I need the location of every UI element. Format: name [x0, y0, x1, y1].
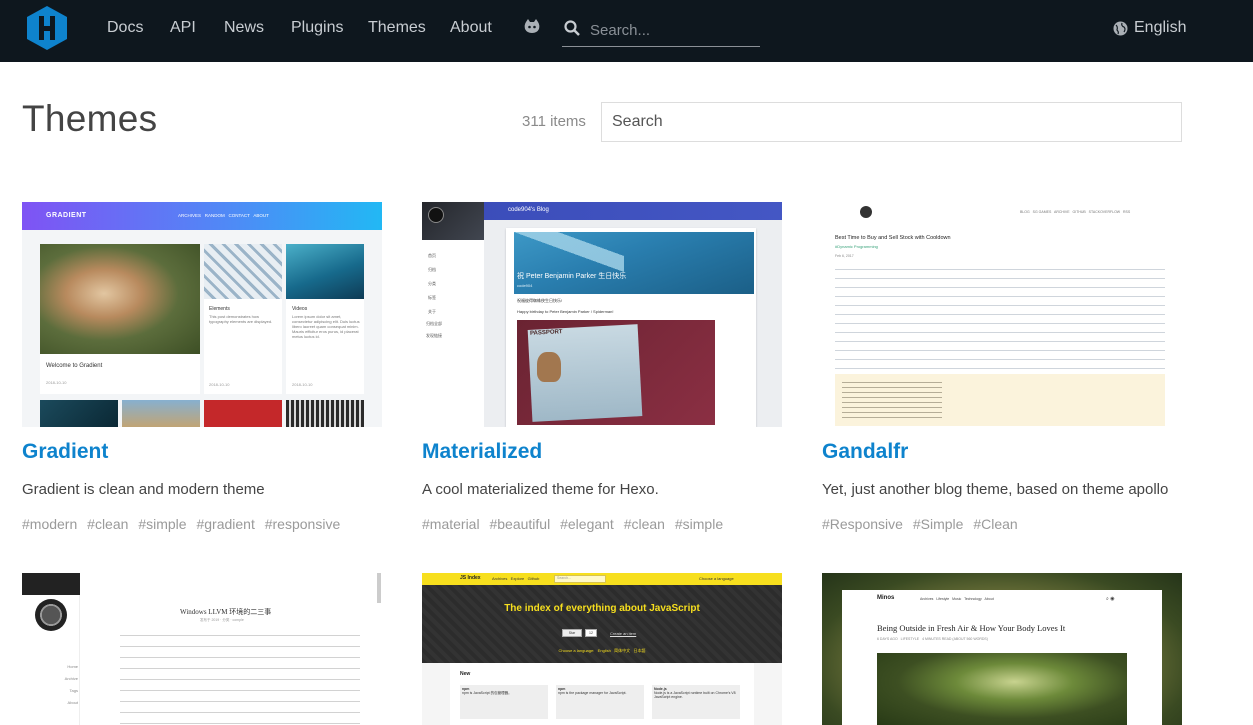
theme-search-input[interactable]: [601, 102, 1182, 142]
tag[interactable]: #clean: [624, 516, 665, 532]
theme-name-link[interactable]: Materialized: [422, 440, 542, 464]
theme-tags: #material #beautiful #elegant #clean #si…: [422, 516, 729, 532]
tag[interactable]: #gradient: [196, 516, 254, 532]
search-icon: [564, 20, 580, 36]
globe-icon: [1113, 21, 1128, 36]
tag[interactable]: #responsive: [265, 516, 341, 532]
github-icon[interactable]: [523, 18, 541, 36]
tag[interactable]: #modern: [22, 516, 77, 532]
nav-about[interactable]: About: [450, 0, 492, 56]
nav-news[interactable]: News: [224, 0, 264, 56]
tag[interactable]: #Responsive: [822, 516, 903, 532]
theme-thumbnail[interactable]: Minos Archives Lifestyle Music Technolog…: [822, 573, 1182, 725]
language-selector[interactable]: English: [1113, 0, 1186, 56]
top-nav-bar: Docs API News Plugins Themes About Engli…: [0, 0, 1253, 62]
nav-plugins[interactable]: Plugins: [291, 0, 343, 56]
theme-thumbnail[interactable]: JS Index Archives Explore Github Search.…: [422, 573, 782, 725]
theme-description: Yet, just another blog theme, based on t…: [822, 481, 1169, 498]
tag[interactable]: #simple: [138, 516, 186, 532]
theme-tags: #Responsive #Simple #Clean: [822, 516, 1024, 532]
tag[interactable]: #beautiful: [489, 516, 550, 532]
theme-thumbnail[interactable]: BLOG SG GAMES ARCHIVE GITHUB STACKOVERFL…: [822, 202, 1182, 427]
page-title: Themes: [22, 98, 158, 139]
tag[interactable]: #simple: [675, 516, 723, 532]
theme-count: 311 items: [522, 113, 586, 130]
tag[interactable]: #elegant: [560, 516, 614, 532]
theme-thumbnail[interactable]: GRADIENT ARCHIVES RANDOM CONTACT ABOUT W…: [22, 202, 382, 427]
tag[interactable]: #Simple: [913, 516, 964, 532]
theme-description: A cool materialized theme for Hexo.: [422, 481, 659, 498]
tag[interactable]: #clean: [87, 516, 128, 532]
theme-name-link[interactable]: Gandalfr: [822, 440, 908, 464]
nav-api[interactable]: API: [170, 0, 196, 56]
nav-docs[interactable]: Docs: [107, 0, 143, 56]
language-label: English: [1134, 19, 1187, 36]
tag[interactable]: #Clean: [973, 516, 1017, 532]
theme-name-link[interactable]: Gradient: [22, 440, 108, 464]
theme-thumbnail[interactable]: Home Archive Tags About Windows LLVM 环境的…: [22, 573, 382, 725]
hexo-logo-icon[interactable]: [26, 5, 68, 51]
theme-thumbnail[interactable]: code904's Blog 首页 归档 分类 标签 关于 归档全部 发现链接 …: [422, 202, 782, 427]
tag[interactable]: #material: [422, 516, 480, 532]
theme-description: Gradient is clean and modern theme: [22, 481, 265, 498]
header-search: [562, 14, 760, 47]
theme-tags: #modern #clean #simple #gradient #respon…: [22, 516, 346, 532]
header-search-input[interactable]: [590, 18, 755, 42]
nav-themes[interactable]: Themes: [368, 0, 426, 56]
